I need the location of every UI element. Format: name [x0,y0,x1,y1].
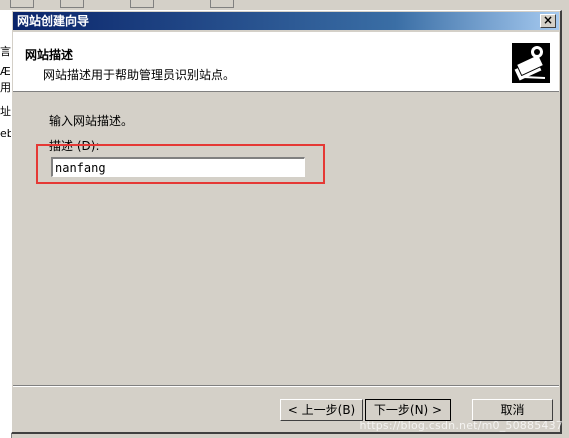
prompt-text: 输入网站描述。 [49,114,134,128]
wizard-header: 网站描述 网站描述用于帮助管理员识别站点。 [13,32,559,92]
back-button[interactable]: < 上一步(B) [280,399,363,421]
watermark: https://blog.csdn.net/m0_50885437 [359,419,563,432]
header-title: 网站描述 [25,48,74,62]
background-text: Æ [0,65,11,78]
background-text: 址 [0,105,11,118]
description-label: 描述 (D): [49,137,100,154]
background-toolbar-button [130,0,154,8]
description-label-text: 描述 [49,139,74,153]
background-toolbar-button [60,0,84,8]
background-text: 用 [0,81,11,94]
close-icon: × [542,13,554,27]
background-toolbar-button [10,0,34,8]
background-text: 言 [0,45,11,58]
dialog-titlebar[interactable]: 网站创建向导 × [13,12,559,30]
site-creation-wizard-dialog: 网站创建向导 × 网站描述 网站描述用于帮助管理员识别站点。 输入网站描述。 描… [11,10,562,434]
close-button[interactable]: × [540,14,556,28]
header-subtitle: 网站描述用于帮助管理员识别站点。 [43,68,236,82]
cancel-button[interactable]: 取消 [472,399,553,421]
background-toolbar [0,0,569,10]
description-label-accelerator: (D): [76,139,100,153]
footer-divider [13,385,559,387]
background-toolbar-button [210,0,234,8]
next-button[interactable]: 下一步(N) > [365,399,451,421]
description-input[interactable] [51,157,305,177]
dialog-title: 网站创建向导 [17,14,90,28]
wizard-site-icon [512,43,550,83]
